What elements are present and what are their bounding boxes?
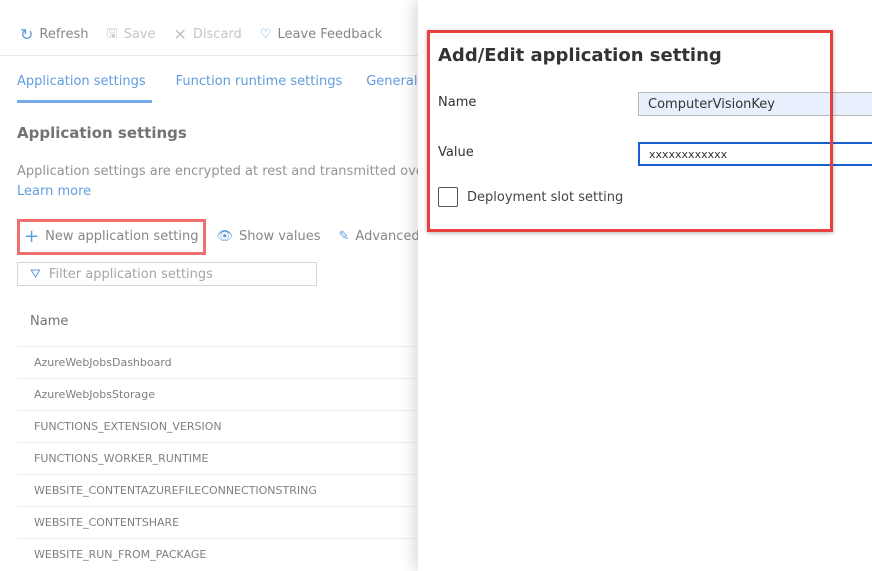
section-description: Application settings are encrypted at re… bbox=[17, 162, 418, 202]
table-row[interactable]: FUNCTIONS_WORKER_RUNTIME bbox=[17, 442, 417, 474]
tab-general[interactable]: General bbox=[366, 74, 417, 103]
eye-icon: 👁 bbox=[216, 229, 234, 244]
settings-table: AzureWebJobsDashboard AzureWebJobsStorag… bbox=[17, 346, 417, 570]
highlight-box bbox=[427, 30, 833, 232]
tabs: Application settings Function runtime se… bbox=[17, 74, 417, 103]
table-row[interactable]: FUNCTIONS_EXTENSION_VERSION bbox=[17, 410, 417, 442]
advanced-edit-button[interactable]: ✎ Advanced bbox=[339, 226, 418, 247]
app-settings-page: ↻ Refresh 🖫 Save ✕ Discard ♡ Leave Feedback … bbox=[0, 0, 418, 571]
pencil-icon: ✎ bbox=[338, 229, 350, 244]
section-title: Application settings bbox=[17, 124, 187, 142]
learn-more-link[interactable]: Learn more bbox=[17, 182, 418, 202]
toolbar: ↻ Refresh 🖫 Save ✕ Discard ♡ Leave Feedback bbox=[0, 14, 418, 56]
column-header-name[interactable]: Name bbox=[30, 314, 68, 329]
table-row[interactable]: AzureWebJobsDashboard bbox=[17, 346, 417, 378]
tab-function-runtime-settings[interactable]: Function runtime settings bbox=[176, 74, 343, 103]
leave-feedback-button[interactable]: ♡ Leave Feedback bbox=[260, 27, 382, 42]
filter-icon: ⛛ bbox=[30, 266, 41, 282]
save-icon: 🖫 bbox=[106, 25, 118, 41]
table-row[interactable]: WEBSITE_CONTENTAZUREFILECONNECTIONSTRING bbox=[17, 474, 417, 506]
heart-icon: ♡ bbox=[259, 27, 272, 42]
table-row[interactable]: AzureWebJobsStorage bbox=[17, 378, 417, 410]
table-row[interactable]: WEBSITE_CONTENTSHARE bbox=[17, 506, 417, 538]
save-button[interactable]: 🖫 Save bbox=[107, 24, 156, 46]
refresh-button[interactable]: ↻ Refresh bbox=[20, 25, 89, 44]
show-values-button[interactable]: 👁 Show values bbox=[217, 226, 321, 247]
highlight-box bbox=[17, 219, 206, 255]
tab-application-settings[interactable]: Application settings bbox=[17, 74, 152, 103]
table-row[interactable]: WEBSITE_RUN_FROM_PACKAGE bbox=[17, 538, 417, 570]
refresh-icon: ↻ bbox=[20, 25, 34, 44]
discard-button[interactable]: ✕ Discard bbox=[174, 25, 242, 44]
filter-input[interactable]: ⛛ Filter application settings bbox=[17, 262, 317, 286]
close-icon: ✕ bbox=[173, 25, 187, 44]
